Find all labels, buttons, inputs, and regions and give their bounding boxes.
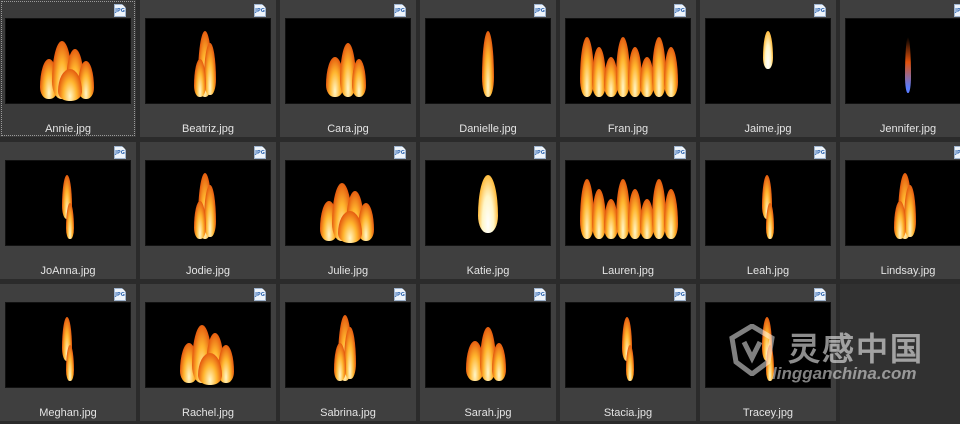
file-thumbnail: [706, 161, 830, 245]
file-tile[interactable]: JPG Julie.jpg: [280, 142, 416, 279]
jpg-file-type-icon: JPG: [534, 288, 546, 301]
empty-grid-area: [840, 284, 960, 424]
file-name: Cara.jpg: [327, 123, 369, 135]
file-tile[interactable]: JPG Lauren.jpg: [560, 142, 696, 279]
file-name: Sarah.jpg: [464, 407, 512, 419]
file-name: Katie.jpg: [466, 265, 510, 277]
file-name: Jennifer.jpg: [879, 123, 937, 135]
file-thumbnail: [706, 303, 830, 387]
jpg-file-type-icon: JPG: [814, 4, 826, 17]
jpg-file-type-icon: JPG: [954, 4, 960, 17]
flame-shape: [766, 345, 774, 381]
file-thumbnail: [286, 303, 410, 387]
jpg-file-type-icon: JPG: [674, 4, 686, 17]
file-thumbnail: [566, 303, 690, 387]
flame-shape: [664, 189, 678, 239]
jpg-file-type-icon: JPG: [394, 146, 406, 159]
jpg-file-type-icon: JPG: [814, 146, 826, 159]
flame-shape: [664, 47, 678, 97]
file-tile[interactable]: JPG Lindsay.jpg: [840, 142, 960, 279]
file-tile[interactable]: JPG Jennifer.jpg: [840, 0, 960, 137]
file-thumbnail: [566, 161, 690, 245]
file-name: Leah.jpg: [746, 265, 790, 277]
flame-shape: [763, 31, 773, 69]
file-tile[interactable]: JPG Stacia.jpg: [560, 284, 696, 421]
file-thumbnail: [6, 303, 130, 387]
file-thumbnail: [6, 19, 130, 103]
jpg-file-type-icon: JPG: [254, 288, 266, 301]
flame-shape: [766, 203, 774, 239]
jpg-file-type-icon: JPG: [954, 146, 960, 159]
file-tile[interactable]: JPG Jodie.jpg: [140, 142, 276, 279]
file-name: JoAnna.jpg: [40, 265, 96, 277]
file-tile[interactable]: JPG Sabrina.jpg: [280, 284, 416, 421]
file-thumbnail: [286, 19, 410, 103]
jpg-file-type-icon: JPG: [394, 288, 406, 301]
file-thumbnail: [146, 161, 270, 245]
jpg-file-type-icon: JPG: [114, 288, 126, 301]
jpg-file-type-icon: JPG: [814, 288, 826, 301]
jpg-file-type-icon: JPG: [114, 4, 126, 17]
flame-shape: [626, 345, 634, 381]
file-name: Meghan.jpg: [39, 407, 97, 419]
file-name: Annie.jpg: [45, 123, 91, 135]
file-thumbnail: [286, 161, 410, 245]
file-tile[interactable]: JPG Katie.jpg: [420, 142, 556, 279]
file-name: Tracey.jpg: [742, 407, 794, 419]
file-tile[interactable]: JPG Tracey.jpg: [700, 284, 836, 421]
file-tile[interactable]: JPG Meghan.jpg: [0, 284, 136, 421]
thumbnail-grid: JPG Annie.jpg JPG Beatriz.jpg JPG Cara.jpg JPG…: [0, 0, 960, 424]
flame-shape: [478, 175, 498, 233]
file-thumbnail: [566, 19, 690, 103]
file-thumbnail: [846, 19, 960, 103]
file-name: Fran.jpg: [607, 123, 649, 135]
file-tile[interactable]: JPG Danielle.jpg: [420, 0, 556, 137]
file-name: Beatriz.jpg: [182, 123, 234, 135]
flame-shape: [492, 343, 506, 381]
file-tile[interactable]: JPG Sarah.jpg: [420, 284, 556, 421]
file-thumbnail: [146, 19, 270, 103]
file-tile[interactable]: JPG Cara.jpg: [280, 0, 416, 137]
file-name: Jaime.jpg: [744, 123, 792, 135]
file-name: Sabrina.jpg: [320, 407, 376, 419]
file-name: Rachel.jpg: [182, 407, 234, 419]
file-name: Julie.jpg: [327, 265, 369, 277]
file-tile[interactable]: JPG Leah.jpg: [700, 142, 836, 279]
jpg-file-type-icon: JPG: [534, 4, 546, 17]
file-tile[interactable]: JPG Jaime.jpg: [700, 0, 836, 137]
file-thumbnail: [426, 303, 550, 387]
file-name: Lauren.jpg: [602, 265, 654, 277]
file-thumbnail: [846, 161, 960, 245]
flame-shape: [66, 345, 74, 381]
file-thumbnail: [706, 19, 830, 103]
flame-shape: [482, 31, 494, 97]
file-tile[interactable]: JPG Fran.jpg: [560, 0, 696, 137]
file-tile[interactable]: JPG JoAnna.jpg: [0, 142, 136, 279]
jpg-file-type-icon: JPG: [674, 288, 686, 301]
jpg-file-type-icon: JPG: [674, 146, 686, 159]
file-name: Danielle.jpg: [459, 123, 517, 135]
flame-shape: [352, 59, 366, 97]
jpg-file-type-icon: JPG: [394, 4, 406, 17]
jpg-file-type-icon: JPG: [534, 146, 546, 159]
file-tile[interactable]: JPG Rachel.jpg: [140, 284, 276, 421]
jpg-file-type-icon: JPG: [114, 146, 126, 159]
flame-shape: [66, 203, 74, 239]
file-thumbnail: [426, 19, 550, 103]
file-thumbnail: [426, 161, 550, 245]
file-thumbnail: [6, 161, 130, 245]
flame-shape: [905, 37, 911, 93]
file-name: Jodie.jpg: [185, 265, 231, 277]
file-thumbnail: [146, 303, 270, 387]
jpg-file-type-icon: JPG: [254, 4, 266, 17]
file-name: Stacia.jpg: [603, 407, 653, 419]
file-name: Lindsay.jpg: [880, 265, 936, 277]
jpg-file-type-icon: JPG: [254, 146, 266, 159]
file-tile[interactable]: JPG Annie.jpg: [0, 0, 136, 137]
file-tile[interactable]: JPG Beatriz.jpg: [140, 0, 276, 137]
